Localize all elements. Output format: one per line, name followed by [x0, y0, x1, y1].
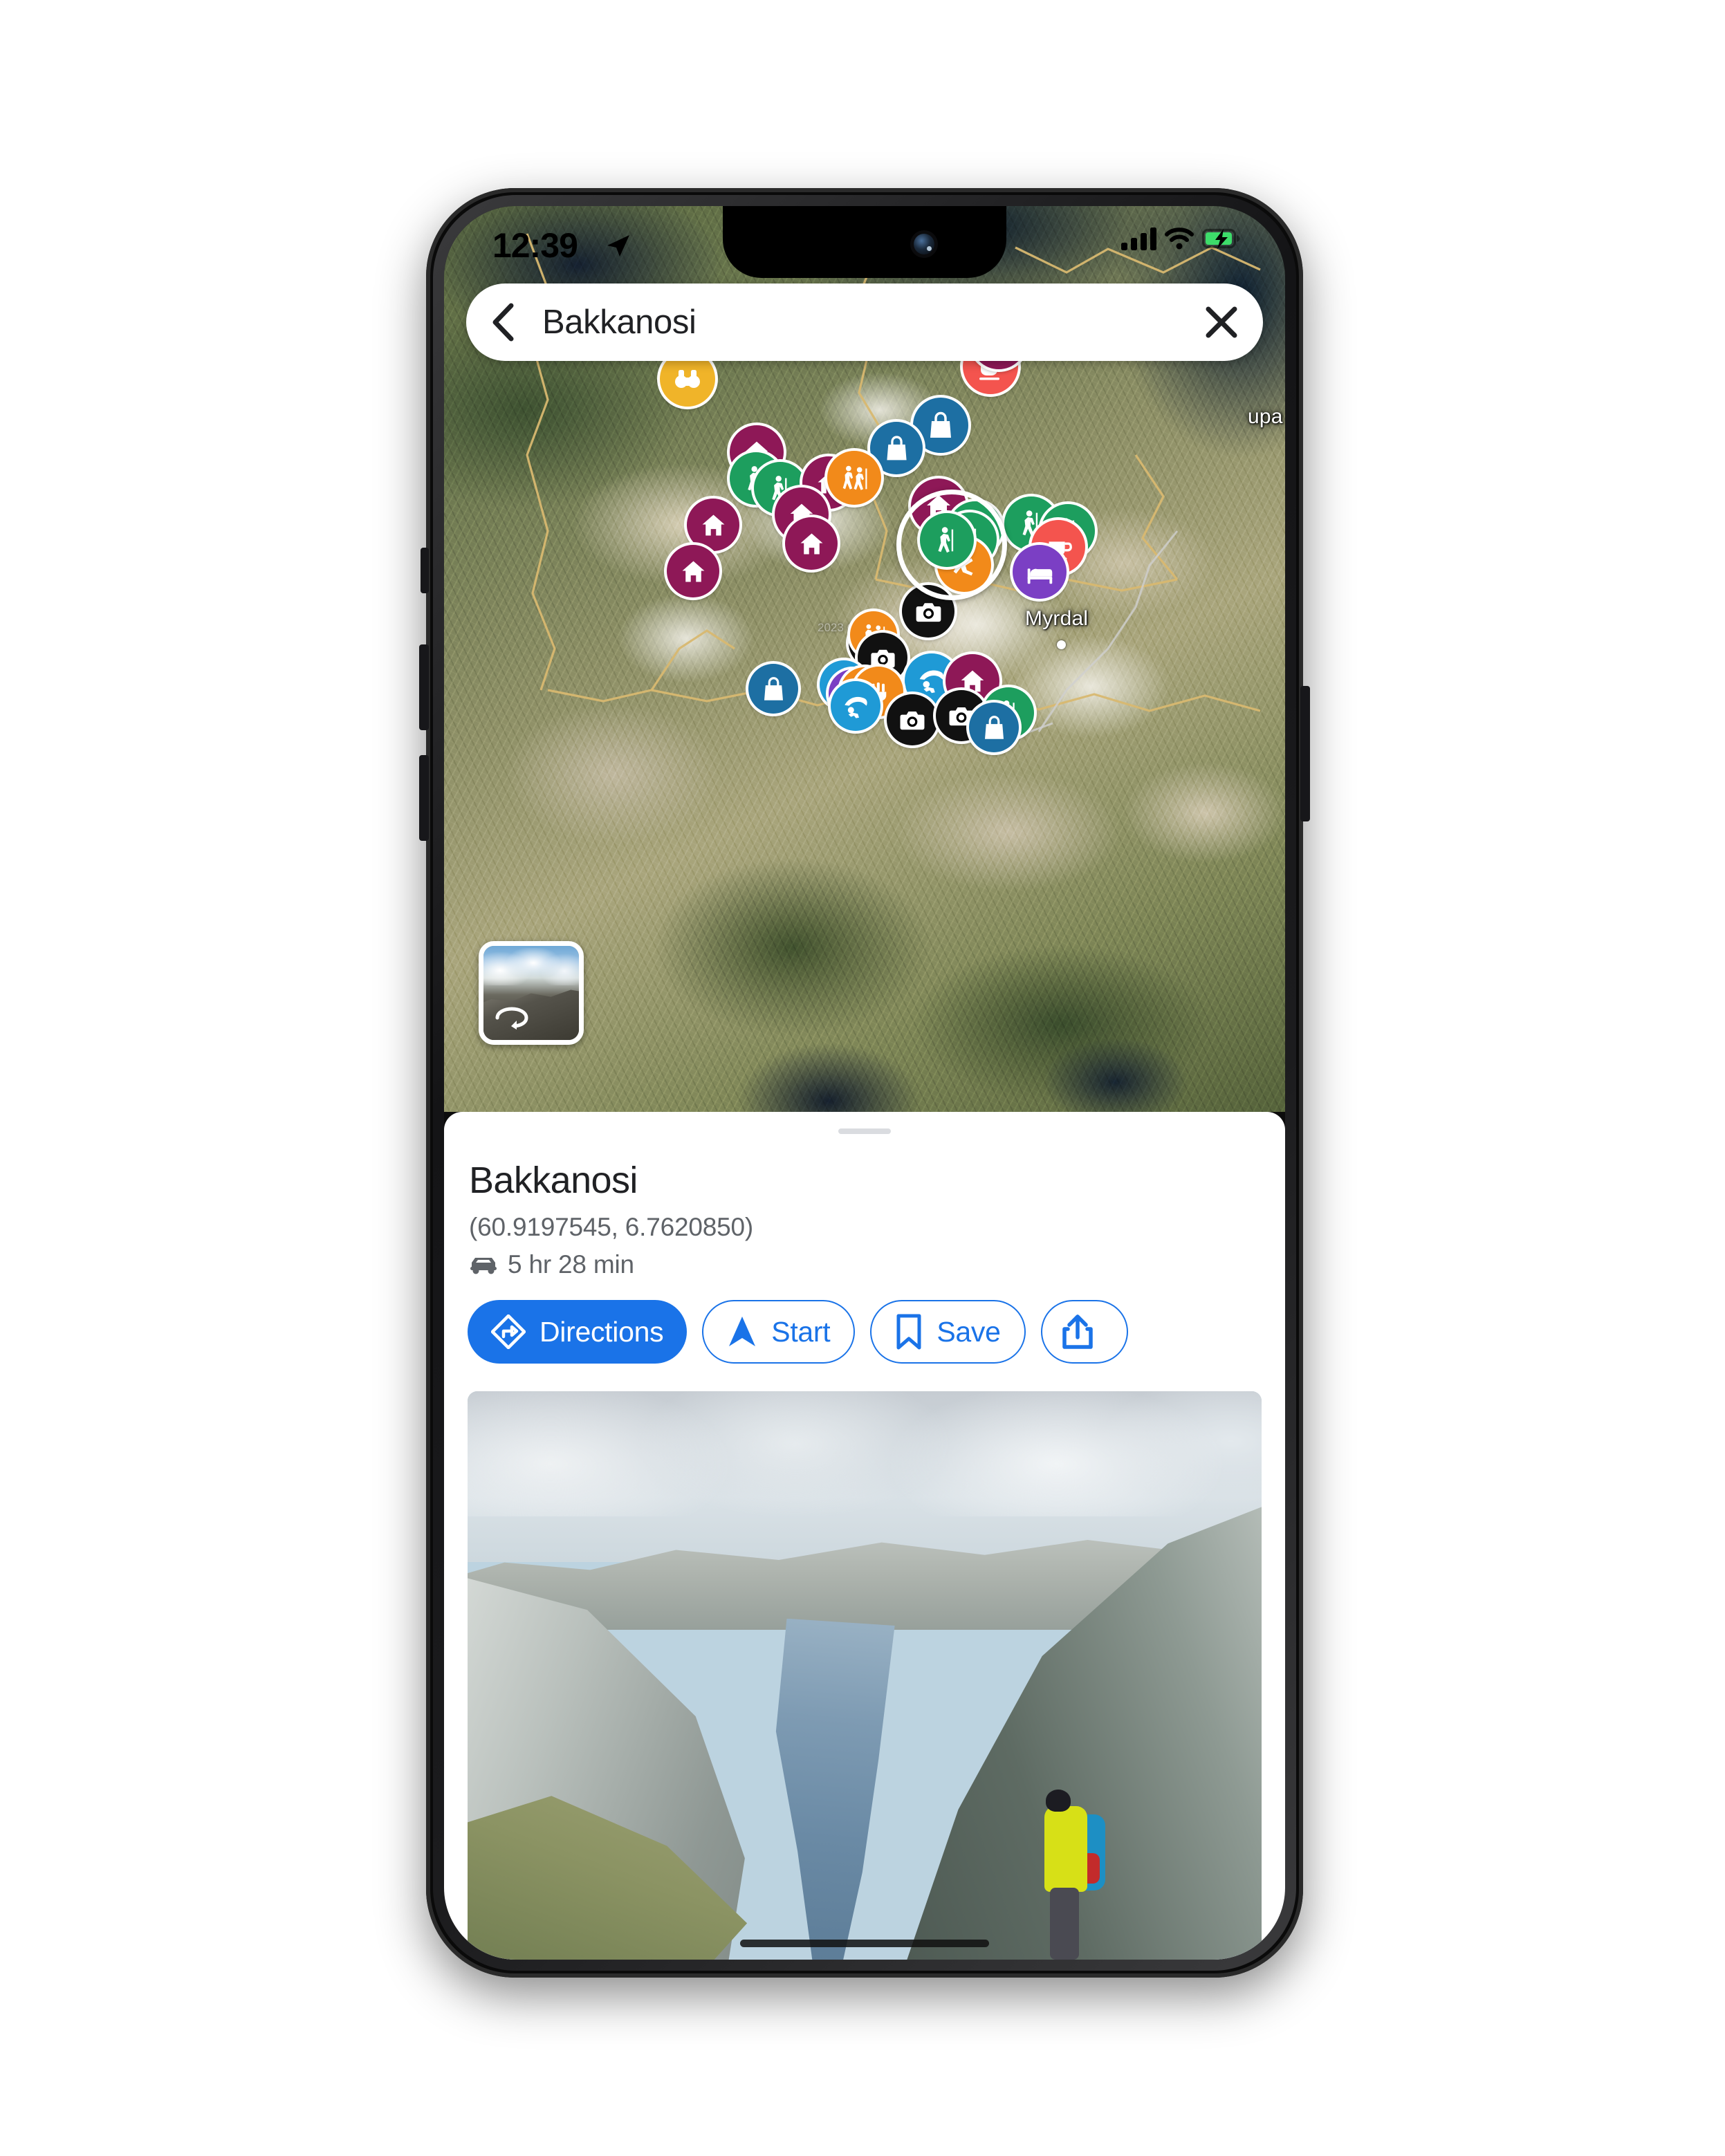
- house-icon: [800, 532, 822, 555]
- phone-screen: 2023 Google Myrdal upa: [444, 206, 1285, 1960]
- navigation-arrow-icon: [729, 1317, 756, 1346]
- location-arrow-icon: [607, 235, 629, 257]
- paraglider-icon: [844, 696, 867, 718]
- map-label-myrdal: Myrdal: [1025, 607, 1089, 630]
- hiker-head: [1046, 1790, 1071, 1812]
- share-button[interactable]: [1040, 1300, 1128, 1364]
- close-x-icon: [1206, 306, 1237, 338]
- search-bar[interactable]: Bakkanosi: [466, 284, 1263, 361]
- volume-up-button[interactable]: [419, 644, 429, 730]
- status-bar-indicators: [1121, 227, 1241, 250]
- paraglider-icon: [919, 670, 944, 694]
- travel-time-label: 5 hr 28 min: [508, 1250, 634, 1279]
- directions-button[interactable]: Directions: [468, 1300, 688, 1364]
- battery-charging-icon: [1202, 228, 1240, 249]
- map-marker-cabin[interactable]: [785, 517, 838, 570]
- street-view-thumbnail[interactable]: [479, 941, 584, 1045]
- power-button[interactable]: [1300, 686, 1310, 821]
- back-chevron-icon: [492, 303, 514, 342]
- street-view-clouds: [483, 947, 579, 986]
- shopping-bag-icon: [930, 411, 951, 438]
- map-label-partial: upa: [1248, 405, 1283, 428]
- share-upload-icon: [1062, 1314, 1093, 1349]
- bookmark-icon: [896, 1314, 921, 1350]
- front-camera-icon: [914, 234, 934, 254]
- place-action-buttons: Directions Start Save: [468, 1300, 1128, 1364]
- save-label: Save: [937, 1315, 1001, 1348]
- map-marker-shop[interactable]: [748, 664, 798, 714]
- map-marker-cabin[interactable]: [687, 499, 739, 551]
- search-input[interactable]: Bakkanosi: [542, 303, 1180, 342]
- wifi-icon: [1165, 227, 1194, 250]
- place-title: Bakkanosi: [469, 1160, 638, 1201]
- map-marker-lodging[interactable]: [1013, 545, 1067, 599]
- 360-rotate-icon: [495, 1007, 528, 1030]
- shopping-bag-icon: [886, 435, 907, 460]
- back-button[interactable]: [466, 284, 542, 361]
- map-marker-shop[interactable]: [969, 703, 1019, 752]
- two-hikers-icon: [842, 465, 867, 490]
- clear-search-button[interactable]: [1180, 284, 1263, 361]
- map-place-dot: [1057, 640, 1066, 649]
- photo-hiker: [1036, 1787, 1106, 1960]
- hiker-icon: [938, 527, 954, 553]
- hiker-jacket: [1044, 1806, 1088, 1892]
- silent-switch[interactable]: [421, 548, 429, 593]
- map-marker-cabin[interactable]: [667, 545, 719, 597]
- map-marker-group-hike[interactable]: [827, 451, 881, 505]
- shopping-bag-icon: [764, 676, 783, 700]
- binocular-icon: [675, 370, 700, 388]
- house-icon: [702, 514, 724, 536]
- place-details-sheet[interactable]: Bakkanosi (60.9197545, 6.7620850) 5 hr 2…: [444, 1112, 1285, 1960]
- camera-icon: [900, 712, 925, 730]
- sheet-drag-handle[interactable]: [838, 1128, 891, 1134]
- screenshot-canvas: 2023 Google Myrdal upa: [0, 0, 1725, 2156]
- volume-down-button[interactable]: [419, 755, 429, 841]
- map-marker-photo-spot[interactable]: [887, 694, 938, 745]
- start-label: Start: [771, 1315, 831, 1348]
- camera-icon: [916, 602, 941, 622]
- save-button[interactable]: Save: [870, 1300, 1026, 1364]
- phone-device-frame: 2023 Google Myrdal upa: [419, 188, 1310, 1978]
- photo-clouds: [468, 1391, 1262, 1516]
- status-bar-clock: 12:39: [492, 226, 578, 265]
- travel-time-row: 5 hr 28 min: [469, 1250, 634, 1279]
- place-coordinates: (60.9197545, 6.7620850): [469, 1213, 753, 1241]
- map-marker-paragliding[interactable]: [831, 681, 880, 731]
- shopping-bag-icon: [984, 715, 1004, 739]
- display-notch: [723, 206, 1006, 278]
- directions-arrow-icon: [491, 1314, 526, 1349]
- car-icon: [470, 1258, 497, 1274]
- place-photo[interactable]: [468, 1391, 1262, 1960]
- start-button[interactable]: Start: [702, 1300, 856, 1364]
- hiker-legs: [1050, 1888, 1080, 1960]
- house-icon: [682, 560, 704, 582]
- home-indicator[interactable]: [740, 1940, 989, 1947]
- cellular-bars-icon: [1121, 227, 1156, 250]
- map-marker-hiking[interactable]: [896, 490, 1007, 600]
- bed-icon: [1027, 568, 1053, 584]
- directions-label: Directions: [539, 1315, 664, 1348]
